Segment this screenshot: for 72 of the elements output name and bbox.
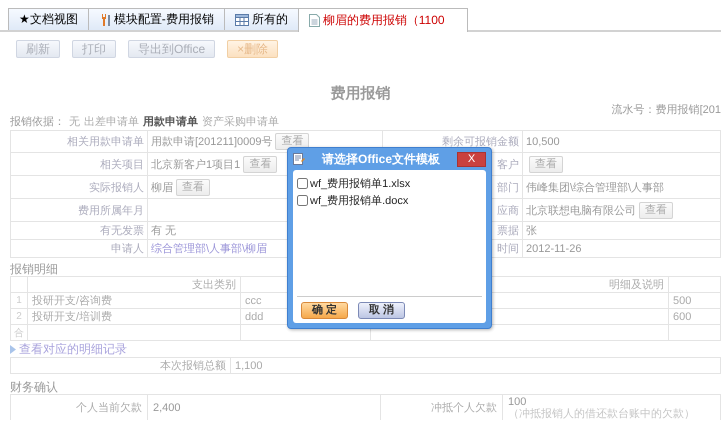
table-cell-text: 投研开支/咨询费 (32, 294, 112, 308)
field-label: 部门 (497, 180, 519, 194)
field-label: 冲抵个人欠款 (431, 401, 497, 415)
dialog-title: 请选择Office文件模板 (320, 150, 441, 168)
field-value: 100 (508, 396, 526, 408)
detail-link[interactable]: 查看对应的明细记录 (19, 340, 127, 358)
section-title: 财务确认 (10, 380, 59, 394)
view-button[interactable]: 查看 (639, 202, 673, 218)
field-value: 用款申请[201211]0009号 (151, 135, 272, 149)
basis-option[interactable]: 资产采购申请单 (202, 116, 279, 129)
field-label: 剩余可报销金额 (442, 134, 519, 149)
field-value: 北京新客户1项目1 (151, 158, 240, 172)
basis-option[interactable]: 用款申请单 (143, 116, 198, 129)
file-name: wf_费用报销单.docx (310, 194, 408, 208)
field-label: 个人当前欠款 (76, 401, 142, 415)
field-label: 实际报销人 (89, 180, 144, 194)
field-value: 有 无 (151, 224, 176, 238)
field-label: 申请人 (111, 242, 144, 256)
field-label: 票据 (497, 224, 519, 238)
document-icon (293, 153, 305, 165)
field-label: 相关用款申请单 (67, 134, 144, 149)
table-cell: 500 (673, 294, 692, 306)
field-value: 2012-11-26 (526, 242, 582, 254)
table-icon (234, 14, 249, 26)
field-label: 费用所属年月 (78, 204, 144, 218)
basis-label: 报销依据： (10, 116, 65, 129)
file-name: wf_费用报销单1.xlsx (310, 177, 410, 191)
column-header: 支出类别 (192, 278, 236, 292)
checkbox[interactable] (297, 178, 308, 189)
basis-option[interactable]: 出差申请单 (84, 116, 139, 129)
tab[interactable]: 模块配置-费用报销 (88, 8, 225, 30)
serial-number: 流水号：费用报销[201 (612, 104, 721, 116)
document-icon (308, 14, 320, 27)
table-cell: ddd (245, 310, 264, 322)
view-button[interactable]: 查看 (275, 133, 310, 150)
tab[interactable]: 柳眉的费用报销（1100 (298, 8, 468, 32)
toolbar-button[interactable]: 刷新 (16, 40, 60, 58)
field-value: 伟峰集团\综合管理部\人事部 (526, 180, 664, 194)
field-label: 有无发票 (100, 224, 144, 238)
tab[interactable]: ★文档视图 (8, 8, 89, 30)
field-value: 张 (526, 224, 537, 238)
table-cell-text: 投研开支/培训费 (32, 310, 112, 324)
table-cell: ccc (245, 294, 262, 306)
field-label: 相关项目 (100, 158, 144, 172)
cancel-button[interactable]: 取 消 (358, 302, 406, 319)
field-label: 客户 (497, 158, 519, 172)
confirm-button[interactable]: 确 定 (301, 302, 348, 319)
basis-option[interactable]: 无 (69, 116, 80, 129)
close-button[interactable]: X (457, 152, 486, 166)
view-button[interactable]: 查看 (243, 156, 278, 172)
field-label: 时间 (497, 242, 519, 256)
table-cell: 600 (673, 310, 692, 322)
triangle-icon (10, 344, 16, 354)
toolbar-button[interactable]: 导出到Office (128, 40, 216, 58)
field-label: 应商 (497, 204, 519, 218)
view-button[interactable]: 查看 (176, 178, 210, 196)
view-button[interactable]: 查看 (529, 156, 563, 172)
column-header: 明细及说明 (609, 278, 664, 292)
applicant-link[interactable]: 综合管理部\人事部\柳眉 (151, 241, 268, 256)
section-title: 报销明细 (10, 262, 59, 276)
field-value: 北京联想电脑有限公司 (526, 204, 636, 218)
toolbar-button[interactable]: 打印 (72, 40, 116, 58)
checkbox[interactable] (297, 195, 308, 206)
field-value: 柳眉 (151, 180, 173, 194)
form-title: 费用报销 (330, 84, 390, 104)
field-value: 2,400 (153, 402, 181, 414)
field-label: 本次报销总额 (160, 358, 226, 373)
delete-button[interactable]: ×删除 (227, 40, 278, 58)
field-value: 1,100 (235, 360, 263, 372)
tab[interactable]: 所有的 (224, 8, 299, 30)
field-value: 10,500 (526, 136, 560, 148)
field-note: （冲抵报销人的借还款台账中的欠款） (508, 408, 695, 420)
